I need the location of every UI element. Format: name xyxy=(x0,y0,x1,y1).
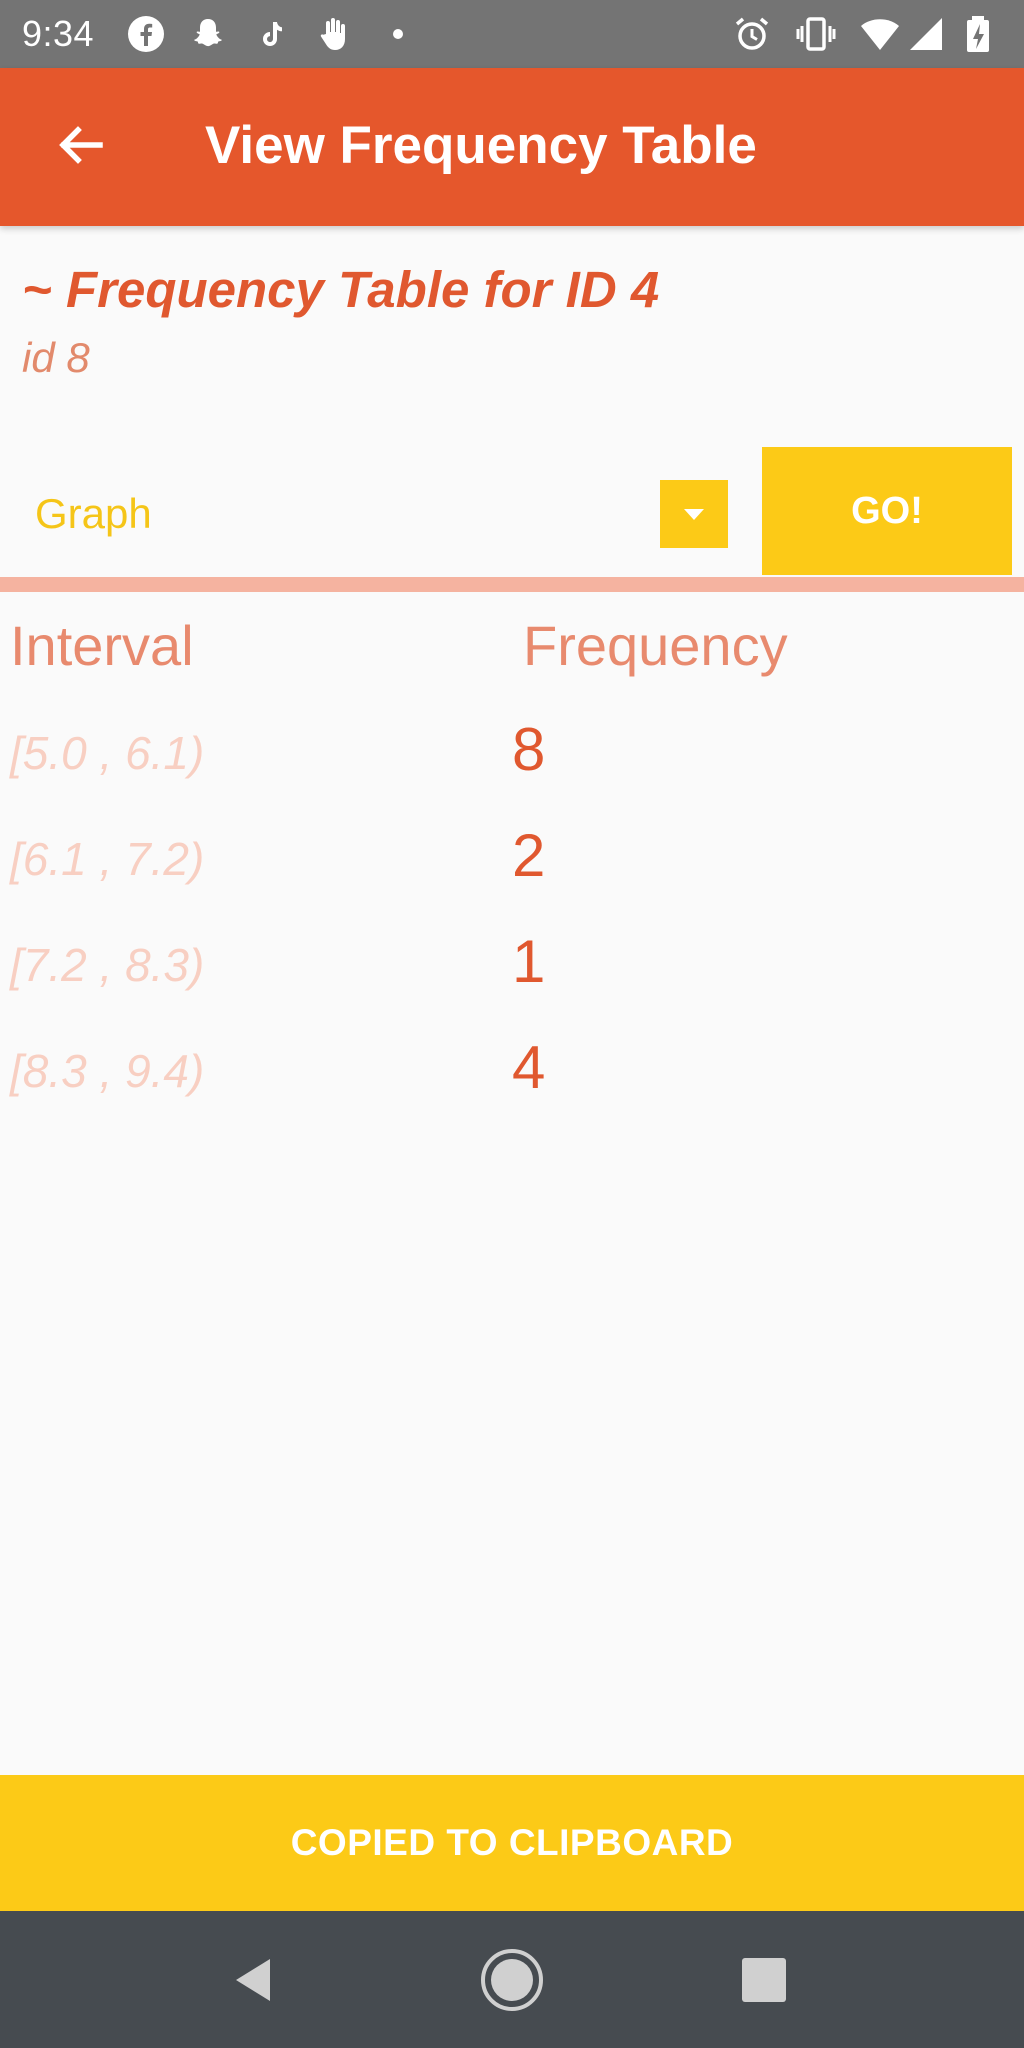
wifi-icon xyxy=(860,14,900,54)
facebook-icon xyxy=(126,14,166,54)
dot-icon xyxy=(378,14,418,54)
go-button[interactable]: GO! xyxy=(762,447,1012,575)
alarm-icon xyxy=(732,14,772,54)
column-header-frequency: Frequency xyxy=(523,614,788,677)
interval-cell: [5.0 , 6.1) xyxy=(10,727,205,779)
arrow-back-icon xyxy=(59,126,103,164)
tiktok-icon xyxy=(252,14,292,54)
id-subheading: id 8 xyxy=(22,334,90,381)
snapchat-icon xyxy=(188,14,228,54)
interval-cell: [7.2 , 8.3) xyxy=(10,939,205,991)
hand-icon xyxy=(314,14,354,54)
snackbar-message: COPIED TO CLIPBOARD xyxy=(290,1822,734,1863)
battery-charging-icon xyxy=(958,14,998,54)
chevron-down-icon xyxy=(684,509,704,520)
table-row: [5.0 , 6.1) 8 xyxy=(0,700,1024,806)
divider xyxy=(0,577,1024,592)
frequency-cell: 1 xyxy=(512,928,546,995)
table-row: [6.1 , 7.2) 2 xyxy=(0,806,1024,912)
status-bar: 9:34 xyxy=(0,0,1024,68)
frequency-cell: 8 xyxy=(512,716,546,783)
screen: 9:34 View Frequency Table ~ Frequency Ta… xyxy=(0,0,1024,2048)
app-bar: View Frequency Table xyxy=(0,68,1024,226)
nav-recents-button[interactable] xyxy=(729,1945,799,2015)
vibrate-icon xyxy=(796,14,836,54)
status-time: 9:34 xyxy=(22,13,95,54)
page-title: View Frequency Table xyxy=(205,116,757,175)
snackbar: COPIED TO CLIPBOARD xyxy=(0,1775,1024,1911)
signal-icon xyxy=(906,14,946,54)
frequency-table-heading: ~ Frequency Table for ID 4 xyxy=(22,261,660,318)
frequency-table: [5.0 , 6.1) 8 [6.1 , 7.2) 2 [7.2 , 8.3) … xyxy=(0,700,1024,1124)
square-recents-icon xyxy=(742,1958,786,2002)
triangle-back-icon xyxy=(236,1959,270,2001)
navigation-bar xyxy=(0,1911,1024,2048)
frequency-cell: 4 xyxy=(512,1034,546,1101)
circle-home-icon xyxy=(481,1949,543,2011)
back-button[interactable] xyxy=(40,105,120,185)
table-row: [8.3 , 9.4) 4 xyxy=(0,1018,1024,1124)
dropdown-arrow[interactable] xyxy=(660,480,728,548)
dropdown-selected-value: Graph xyxy=(35,490,152,537)
nav-home-button[interactable] xyxy=(477,1945,547,2015)
interval-cell: [6.1 , 7.2) xyxy=(10,833,205,885)
interval-cell: [8.3 , 9.4) xyxy=(10,1045,205,1097)
view-type-dropdown[interactable]: Graph xyxy=(0,448,740,576)
column-header-interval: Interval xyxy=(10,614,194,677)
table-row: [7.2 , 8.3) 1 xyxy=(0,912,1024,1018)
nav-back-button[interactable] xyxy=(222,1945,292,2015)
frequency-cell: 2 xyxy=(512,822,546,889)
